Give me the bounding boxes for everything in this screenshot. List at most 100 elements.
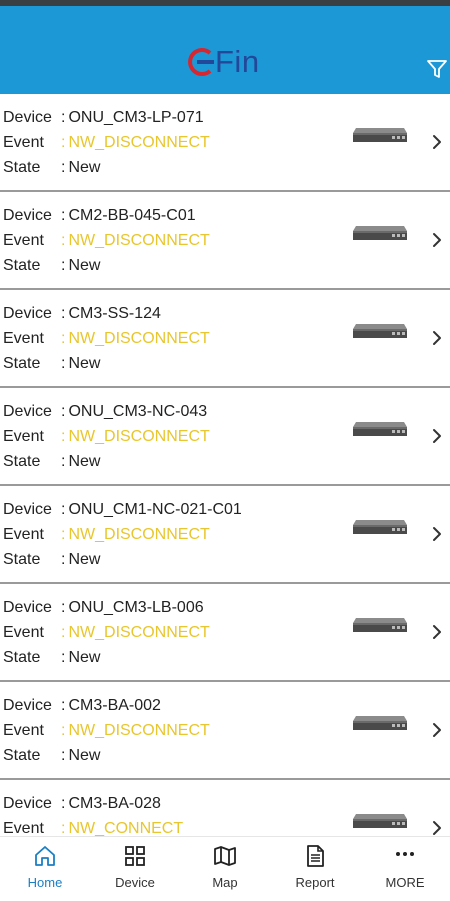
event-list-item[interactable]: Device: CM2-BB-045-C01 Event: NW_DISCONNECT… <box>0 192 450 290</box>
event-row: Event: NW_DISCONNECT <box>3 133 210 153</box>
event-separator: : <box>61 820 66 836</box>
filter-icon <box>427 60 447 78</box>
event-label: Event <box>3 428 44 445</box>
event-value: NW_CONNECT <box>68 820 184 836</box>
device-row: Device: ONU_CM1-NC-021-C01 <box>3 500 242 520</box>
event-value: NW_DISCONNECT <box>68 134 210 151</box>
device-label: Device <box>3 501 52 518</box>
device-row: Device: ONU_CM3-LB-006 <box>3 598 204 618</box>
chevron-right-icon <box>433 527 441 541</box>
state-value: New <box>68 649 101 666</box>
device-label: Device <box>3 795 52 812</box>
logo-text: Fin <box>215 44 260 79</box>
nav-report[interactable]: Report <box>270 837 360 901</box>
device-separator: : <box>61 697 66 714</box>
state-label: State <box>3 355 41 372</box>
device-row: Device: ONU_CM3-LP-071 <box>3 108 204 128</box>
event-label: Event <box>3 624 44 641</box>
event-list-item[interactable]: Device: CM3-BA-002 Event: NW_DISCONNECT Stat… <box>0 682 450 780</box>
state-value: New <box>68 747 101 764</box>
state-separator: : <box>61 551 66 568</box>
event-row: Event: NW_DISCONNECT <box>3 721 210 741</box>
event-list-item[interactable]: Device: ONU_CM3-NC-043 Event: NW_DISCONNECT… <box>0 388 450 486</box>
event-list-item[interactable]: Device: ONU_CM1-NC-021-C01 Event: NW_DISCON… <box>0 486 450 584</box>
device-label: Device <box>3 207 52 224</box>
event-row: Event: NW_DISCONNECT <box>3 329 210 349</box>
map-icon <box>212 843 238 869</box>
device-label: Device <box>3 403 52 420</box>
state-value: New <box>68 257 101 274</box>
event-list-item[interactable]: Device: ONU_CM3-LP-071 Event: NW_DISCONNECT… <box>0 94 450 192</box>
chevron-right-icon <box>433 821 441 835</box>
device-separator: : <box>61 599 66 616</box>
nav-home-label: Home <box>27 875 63 890</box>
network-device-icon <box>353 324 407 338</box>
device-separator: : <box>61 501 66 518</box>
app-logo: Fin <box>186 42 260 82</box>
device-label: Device <box>3 599 52 616</box>
network-device-icon <box>353 814 407 828</box>
event-value: NW_DISCONNECT <box>68 428 210 445</box>
event-separator: : <box>61 624 66 641</box>
device-label: Device <box>3 305 52 322</box>
event-list-item[interactable]: Device:CM3-BA-028Event:NW_CONNECTState:N… <box>0 780 450 836</box>
state-value: New <box>68 355 101 372</box>
chevron-right-icon <box>433 625 441 639</box>
state-label: State <box>3 257 41 274</box>
state-label: State <box>3 453 41 470</box>
device-value: ONU_CM1-NC-021-C01 <box>68 501 242 518</box>
device-value: ONU_CM3-NC-043 <box>68 403 208 420</box>
bottom-navigation: Home Device Map Report MORE <box>0 836 450 901</box>
nav-more-label: MORE <box>385 875 425 890</box>
state-label: State <box>3 159 41 176</box>
network-device-icon <box>353 422 407 436</box>
device-separator: : <box>61 305 66 322</box>
network-device-icon <box>353 520 407 534</box>
more-icon <box>392 843 418 869</box>
device-row: Device: CM3-BA-002 <box>3 696 161 716</box>
event-label: Event <box>3 330 44 347</box>
network-device-icon <box>353 618 407 632</box>
network-device-icon <box>353 128 407 142</box>
device-value: CM3-BA-028 <box>68 795 161 812</box>
event-row: Event: NW_DISCONNECT <box>3 525 210 545</box>
event-label: Event <box>3 526 44 543</box>
event-list[interactable]: Device: ONU_CM3-LP-071 Event: NW_DISCONNECT… <box>0 94 450 836</box>
event-value: NW_DISCONNECT <box>68 330 210 347</box>
state-row: State: New <box>3 746 100 766</box>
event-label: Event <box>3 820 44 836</box>
state-separator: : <box>61 649 66 666</box>
event-separator: : <box>61 330 66 347</box>
chevron-right-icon <box>433 429 441 443</box>
chevron-right-icon <box>433 331 441 345</box>
nav-map-label: Map <box>212 875 238 890</box>
device-row: Device: CM3-BA-028 <box>3 794 161 814</box>
nav-device[interactable]: Device <box>90 837 180 901</box>
state-row: State: New <box>3 452 100 472</box>
state-label: State <box>3 649 41 666</box>
event-list-item[interactable]: Device: CM3-SS-124 Event: NW_DISCONNECT Stat… <box>0 290 450 388</box>
event-row: Event: NW_CONNECT <box>3 819 183 836</box>
event-row: Event: NW_DISCONNECT <box>3 623 210 643</box>
event-row: Event: NW_DISCONNECT <box>3 427 210 447</box>
logo-mark-icon <box>188 48 214 76</box>
device-separator: : <box>61 403 66 420</box>
nav-map[interactable]: Map <box>180 837 270 901</box>
network-device-icon <box>353 226 407 240</box>
event-value: NW_DISCONNECT <box>68 624 210 641</box>
event-label: Event <box>3 232 44 249</box>
state-label: State <box>3 747 41 764</box>
filter-button[interactable] <box>424 56 450 82</box>
nav-home[interactable]: Home <box>0 837 90 901</box>
event-list-item[interactable]: Device: ONU_CM3-LB-006 Event: NW_DISCONNECT… <box>0 584 450 682</box>
device-value: CM2-BB-045-C01 <box>68 207 196 224</box>
home-icon <box>32 843 58 869</box>
device-row: Device: CM3-SS-124 <box>3 304 161 324</box>
device-row: Device: CM2-BB-045-C01 <box>3 206 196 226</box>
state-row: State: New <box>3 550 100 570</box>
nav-more[interactable]: MORE <box>360 837 450 901</box>
event-label: Event <box>3 134 44 151</box>
event-separator: : <box>61 232 66 249</box>
event-label: Event <box>3 722 44 739</box>
event-value: NW_DISCONNECT <box>68 232 210 249</box>
